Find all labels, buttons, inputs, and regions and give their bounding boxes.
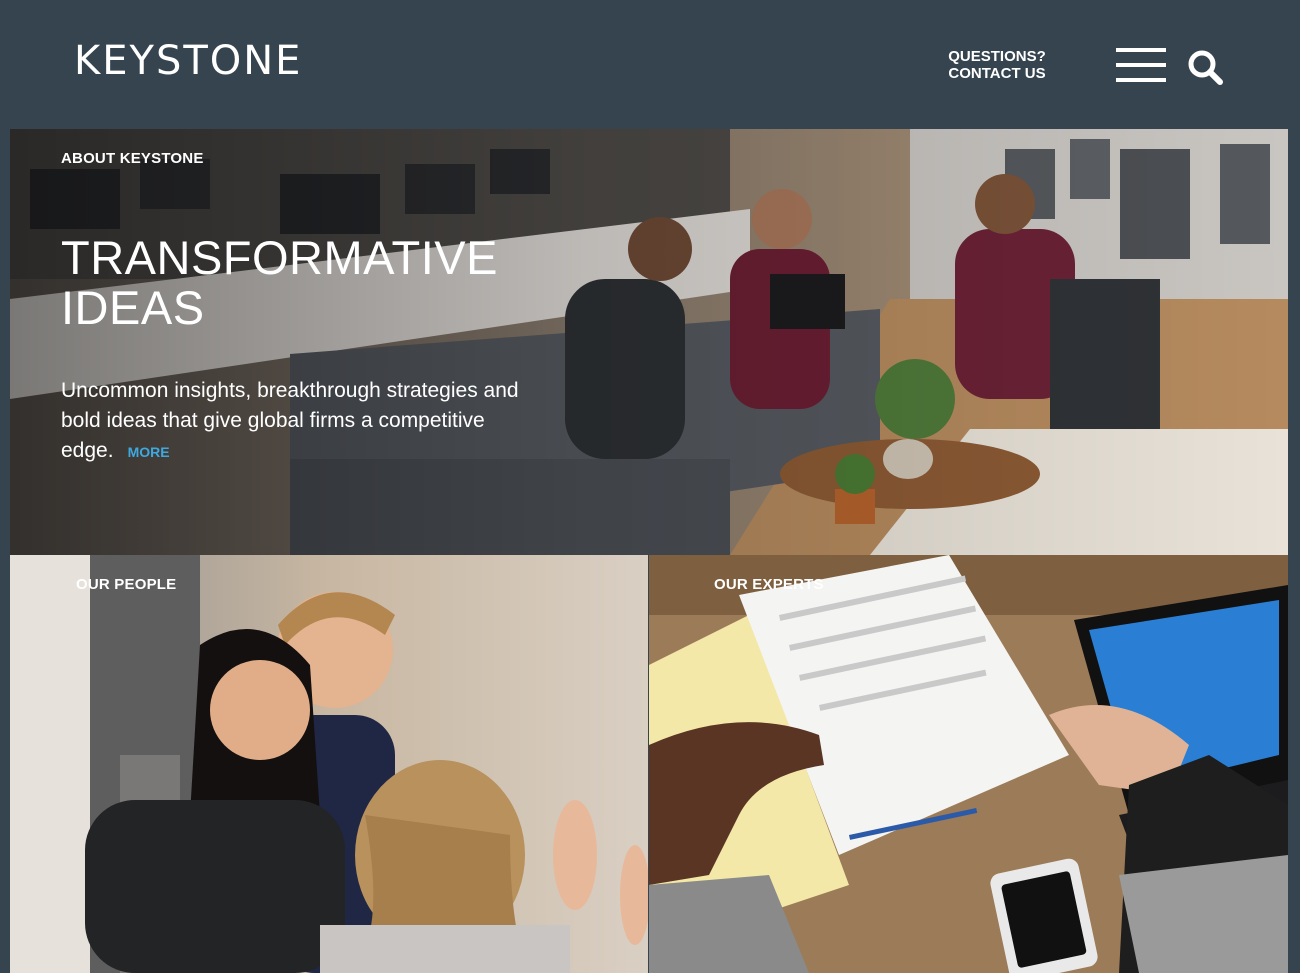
more-link[interactable]: MORE [128, 444, 170, 460]
office-lounge-photo [10, 129, 1288, 555]
hero-title: TRANSFORMATIVE IDEAS [61, 233, 581, 333]
hero-eyebrow: ABOUT KEYSTONE [61, 150, 204, 167]
contact-line-questions: QUESTIONS? [948, 48, 1046, 65]
site-header: KEYSTONE QUESTIONS? CONTACT US [0, 0, 1300, 129]
site-logo[interactable]: KEYSTONE [74, 38, 302, 84]
hero-title-line-1: TRANSFORMATIVE [61, 231, 498, 284]
hero-title-line-2: IDEAS [61, 281, 205, 334]
our-people-label: OUR PEOPLE [76, 576, 177, 593]
hamburger-menu-icon[interactable] [1116, 46, 1166, 84]
experts-photo [649, 555, 1288, 973]
people-photo [10, 555, 648, 973]
contact-line-contact-us: CONTACT US [948, 65, 1046, 82]
search-icon[interactable] [1186, 48, 1226, 86]
our-experts-label: OUR EXPERTS [714, 576, 824, 593]
our-experts-tile[interactable]: OUR EXPERTS [649, 555, 1288, 973]
hero-banner[interactable]: ABOUT KEYSTONE TRANSFORMATIVE IDEAS Unco… [10, 129, 1288, 555]
hero-description: Uncommon insights, breakthrough strategi… [61, 376, 541, 467]
our-people-tile[interactable]: OUR PEOPLE [10, 555, 648, 973]
contact-us-link[interactable]: QUESTIONS? CONTACT US [930, 48, 1064, 82]
